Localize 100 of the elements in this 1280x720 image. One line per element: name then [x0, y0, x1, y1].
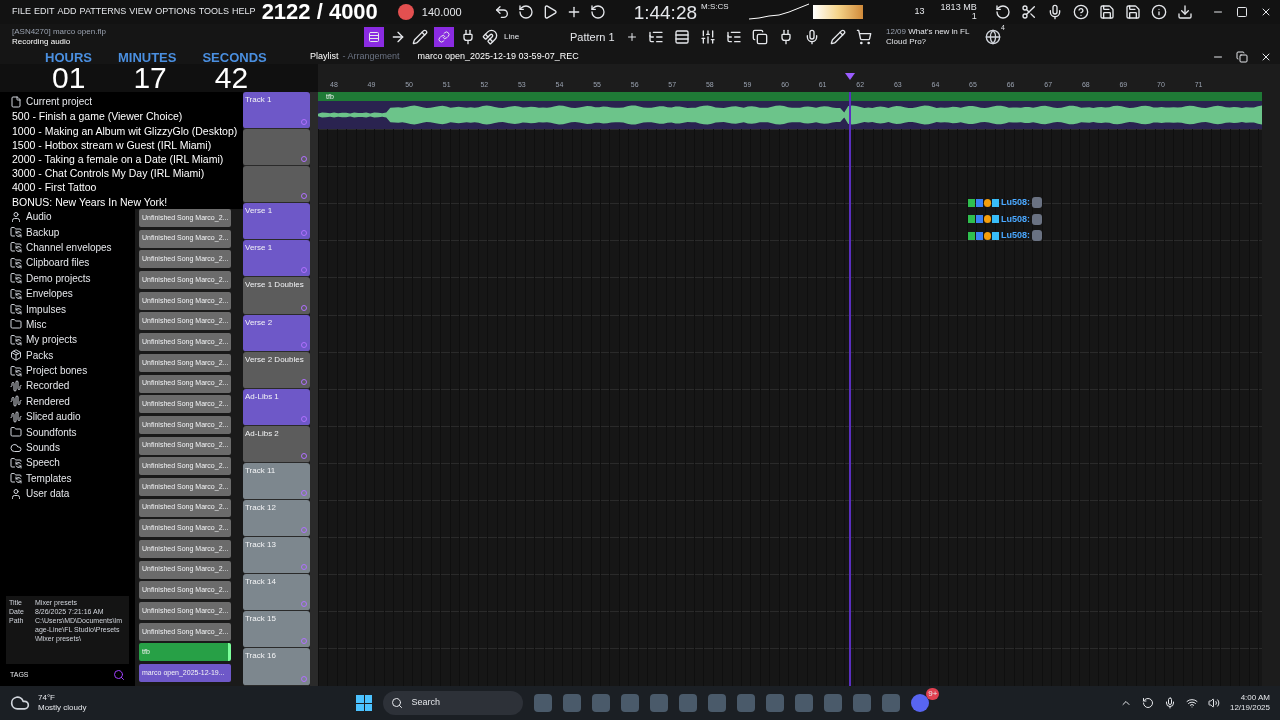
track-header[interactable]: Verse 1	[243, 203, 310, 241]
browser-item[interactable]: Envelopes	[26, 286, 73, 302]
browser-item[interactable]: Speech	[26, 455, 60, 471]
track-name: Verse 1	[245, 242, 273, 255]
track-name: Verse 2 Doubles	[245, 353, 304, 366]
browser-item[interactable]: Demo projects	[26, 270, 91, 286]
copy-icon[interactable]	[752, 29, 768, 45]
browser-item[interactable]: Soundfonts	[26, 424, 77, 440]
track-header[interactable]: Track 1	[243, 92, 310, 130]
track-name: Track 14	[245, 576, 276, 589]
track-name: Verse 1 Doubles	[245, 279, 304, 292]
save-as-icon[interactable]	[1124, 4, 1141, 20]
browser-item[interactable]: User data	[26, 486, 70, 502]
browser-item[interactable]: Templates	[26, 470, 72, 486]
browser-item[interactable]: Project bones	[26, 363, 88, 379]
waveform-icon	[10, 395, 22, 408]
link-tool-button[interactable]	[434, 27, 454, 47]
tempo-display[interactable]: 140.000	[421, 3, 462, 21]
globe-icon[interactable]	[985, 29, 1001, 45]
track-header[interactable]	[243, 129, 310, 167]
undo-icon[interactable]	[994, 4, 1011, 20]
save-icon[interactable]	[1098, 4, 1115, 20]
menu-item[interactable]: OPTIONS	[155, 5, 196, 19]
link-icon	[438, 31, 450, 43]
folder-icon	[10, 287, 22, 300]
cart-icon[interactable]	[856, 29, 872, 45]
chat-badges-icon	[968, 215, 999, 224]
browser-item[interactable]: My projects	[26, 332, 78, 348]
scissors-icon[interactable]	[1020, 4, 1037, 20]
magnet-icon[interactable]	[482, 29, 498, 45]
browser-item[interactable]: Clipboard files	[26, 255, 90, 271]
pattern-selector[interactable]: Pattern 1	[570, 28, 620, 46]
menu-item[interactable]: TOOLS	[198, 5, 230, 19]
folder-icon	[10, 318, 22, 331]
track-header[interactable]: Verse 1	[243, 240, 310, 278]
close-icon[interactable]	[1260, 6, 1272, 18]
track-header[interactable]: Verse 2	[243, 314, 310, 352]
maximize-icon[interactable]	[1236, 6, 1248, 18]
chat-badges-icon	[968, 231, 999, 240]
search-icon[interactable]	[113, 669, 125, 681]
browser-item[interactable]: Sliced audio	[26, 409, 81, 425]
track-header[interactable]: Ad-Libs 1	[243, 388, 310, 426]
record-button[interactable]	[397, 4, 414, 20]
time-display: 1:44:28	[633, 2, 698, 22]
weather-icon[interactable]	[10, 693, 30, 713]
windows-start-icon[interactable]	[356, 695, 373, 711]
playhead-marker-icon[interactable]	[845, 73, 855, 80]
playlist-tool-button[interactable]	[364, 27, 384, 47]
browser-item[interactable]: Recorded	[26, 378, 70, 394]
info-icon[interactable]	[1150, 4, 1167, 20]
browser-item[interactable]: Sounds	[26, 440, 60, 456]
news-text[interactable]: 12/09 What's new in FL Cloud Pro?	[886, 27, 981, 47]
browser-item[interactable]: Channel envelopes	[26, 239, 112, 255]
menu-item[interactable]: VIEW	[129, 5, 153, 19]
folder-icon	[10, 241, 22, 254]
timer-value: 01	[52, 63, 86, 93]
menu-item[interactable]: PATTERNS	[79, 5, 127, 19]
track-header[interactable]: Track 11	[243, 462, 310, 501]
arrangement-name[interactable]: marco open_2025-12-19 03-59-07_REC	[417, 50, 579, 64]
browser-item[interactable]: Misc	[26, 316, 47, 332]
track-header[interactable]: Track 14	[243, 574, 310, 612]
help-icon[interactable]	[1072, 4, 1089, 20]
discord-icon[interactable]	[911, 694, 930, 712]
network-icon[interactable]	[1185, 697, 1198, 709]
menu-item[interactable]: HELP	[232, 5, 256, 19]
menu-item[interactable]: EDIT	[34, 5, 55, 19]
browser-item[interactable]: Current project	[26, 94, 93, 110]
browser-item[interactable]: Packs	[26, 347, 54, 363]
mixer-icon[interactable]	[700, 29, 716, 45]
volume-icon[interactable]	[1207, 697, 1220, 709]
track-header[interactable]: Track 13	[243, 537, 310, 575]
goal-line: BONUS: New Years In New York!	[12, 194, 169, 209]
add-icon[interactable]	[626, 31, 638, 43]
track-header[interactable]	[243, 166, 310, 204]
emote-icon	[1032, 230, 1042, 242]
plug-icon[interactable]	[778, 29, 794, 45]
search-icon	[391, 697, 404, 709]
track-header[interactable]: Verse 2 Doubles	[243, 351, 310, 389]
browser-item[interactable]: Backup	[26, 224, 60, 240]
pencil-icon[interactable]	[412, 29, 428, 45]
search-field[interactable]: Search	[383, 691, 524, 715]
track-header[interactable]: Track 15	[243, 611, 310, 649]
sync-icon[interactable]	[1141, 697, 1154, 709]
snap-selector[interactable]: Line	[504, 31, 544, 43]
menu-item[interactable]: FILE	[12, 5, 31, 19]
browser-item[interactable]: Impulses	[26, 301, 66, 317]
track-header[interactable]: Verse 1 Doubles	[243, 277, 310, 315]
close-icon[interactable]	[1260, 51, 1272, 63]
browser-item[interactable]: Rendered	[26, 393, 70, 409]
track-header[interactable]: Ad-Libs 2	[243, 425, 310, 463]
chat-username: Lu508:	[1001, 212, 1030, 226]
track-header[interactable]: Track 16	[243, 648, 310, 686]
restore-icon[interactable]	[1236, 51, 1248, 63]
arrow-icon[interactable]	[390, 29, 406, 45]
menu-item[interactable]: ADD	[57, 5, 77, 19]
track-header[interactable]: Track 12	[243, 500, 310, 538]
microphone-icon[interactable]	[1163, 697, 1176, 709]
browser-item[interactable]: Audio	[26, 209, 52, 225]
vertical-scrollbar[interactable]	[1262, 92, 1280, 686]
download-icon[interactable]	[1176, 4, 1193, 20]
